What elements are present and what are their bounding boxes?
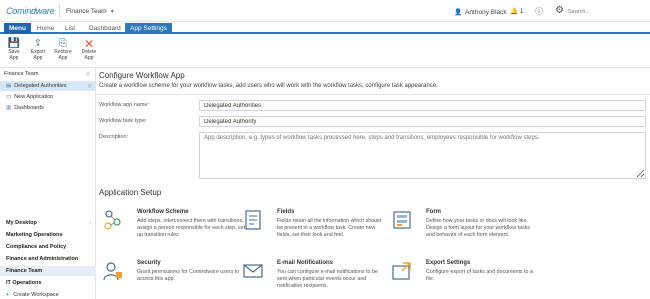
- card-title: E-mail Notifications: [277, 260, 334, 266]
- card-security[interactable]: Security Grant permissions for Comindwar…: [102, 260, 242, 299]
- card-export-settings[interactable]: Export Settings Configure export of task…: [391, 260, 533, 299]
- create-workspace-label: Create Workspace: [13, 292, 59, 298]
- card-title: Fields: [277, 209, 295, 215]
- chevron-right-icon: ›: [89, 220, 91, 226]
- card-description: Fields retain all the information which …: [277, 218, 382, 238]
- sidebar: Finance Team ◎ ▤ Delegated Authorities ◎ …: [0, 68, 96, 299]
- restore-app-button[interactable]: ⎘ Restore App: [53, 38, 73, 61]
- save-app-button[interactable]: 💾 Save App: [4, 38, 24, 61]
- workspace-finance-and-administration[interactable]: Finance and Administration: [0, 254, 96, 264]
- description-field[interactable]: [199, 132, 646, 179]
- bell-icon: 🔔: [510, 8, 519, 15]
- card-description: Define how your tasks or docs will look …: [426, 218, 530, 238]
- task-type-label: Workflow task type:: [99, 118, 147, 124]
- sidebar-header: Finance Team: [4, 71, 39, 77]
- gear-icon[interactable]: ⚙: [555, 5, 564, 16]
- main-content: Configure Workflow App Create a workflow…: [96, 68, 650, 299]
- plus-icon: +: [6, 292, 10, 298]
- save-app-label: Save App: [8, 49, 20, 61]
- tab-bar: Menu Home List Dashboard App Settings: [0, 22, 650, 34]
- app-name-label: Workflow app name:: [99, 102, 150, 108]
- card-title: Form: [426, 209, 441, 215]
- sidebar-item-label: New Application: [14, 94, 54, 100]
- user-menu[interactable]: 👤 Anthony Black: [454, 8, 507, 16]
- options-icon[interactable]: ◎: [86, 71, 90, 77]
- card-description: Grant permissions for Comindware users t…: [137, 269, 240, 282]
- page-title: Configure Workflow App: [99, 71, 185, 80]
- dashboard-icon: ▥: [6, 105, 12, 111]
- workspace-marketing-operations[interactable]: Marketing Operations: [0, 230, 96, 240]
- delete-app-button[interactable]: ✕ Delete App: [79, 38, 99, 61]
- workspace-label: IT Operations: [6, 280, 42, 286]
- setup-title: Application Setup: [99, 188, 162, 197]
- export-app-button[interactable]: ⇪ Export App: [28, 38, 48, 61]
- fields-icon: [245, 210, 261, 230]
- options-icon[interactable]: ◎: [88, 81, 92, 91]
- user-name: Anthony Black: [465, 9, 507, 16]
- workspace-name: Finance Team: [66, 8, 107, 15]
- form-icon: [393, 211, 411, 229]
- chevron-down-icon: ▼: [109, 9, 115, 15]
- sidebar-item-label: Delegated Authorities: [14, 83, 67, 89]
- workspace-selector[interactable]: Finance Team ▼: [66, 8, 115, 15]
- description-label: Description:: [99, 134, 129, 140]
- app-icon: ▤: [6, 83, 12, 89]
- top-bar: Comindware Finance Team ▼ 👤 Anthony Black …: [0, 0, 650, 22]
- app-name-field[interactable]: [199, 100, 646, 111]
- create-workspace-button[interactable]: + Create Workspace: [6, 292, 59, 298]
- workspace-finance-team[interactable]: Finance Team: [0, 266, 96, 276]
- workspace-my-desktop[interactable]: My Desktop ›: [0, 218, 96, 228]
- card-workflow-scheme[interactable]: Workflow Scheme Add steps, interconnect …: [102, 209, 245, 249]
- divider: [96, 94, 650, 95]
- workspace-label: Finance and Administration: [6, 256, 79, 262]
- card-description: You can configure e-mail notifications t…: [277, 269, 378, 289]
- card-title: Export Settings: [426, 260, 471, 266]
- ribbon-toolbar: 💾 Save App ⇪ Export App ⎘ Restore App ✕ …: [0, 36, 650, 68]
- restore-app-label: Restore App: [54, 49, 72, 61]
- tab-app-settings[interactable]: App Settings: [125, 23, 172, 34]
- sidebar-item-dashboards[interactable]: ▥ Dashboards: [0, 103, 96, 113]
- tab-menu[interactable]: Menu: [4, 23, 31, 34]
- export-icon: [392, 262, 411, 280]
- export-app-label: Export App: [30, 49, 46, 61]
- workflow-icon: [104, 210, 121, 230]
- notification-count: 1: [519, 8, 524, 15]
- tab-dashboard[interactable]: Dashboard: [85, 23, 125, 34]
- sidebar-item-new-application[interactable]: ▭ New Application: [0, 92, 96, 102]
- tab-list[interactable]: List: [61, 23, 79, 34]
- delete-app-label: Delete App: [81, 49, 97, 61]
- sidebar-item-label: Dashboards: [14, 105, 44, 111]
- tab-home[interactable]: Home: [33, 23, 58, 34]
- card-email-notifications[interactable]: E-mail Notifications You can configure e…: [242, 260, 382, 299]
- card-title: Workflow Scheme: [137, 209, 189, 215]
- workspace-label: My Desktop: [6, 220, 37, 226]
- help-icon[interactable]: ⓘ: [535, 6, 543, 17]
- security-icon: [103, 262, 122, 281]
- logo[interactable]: Comindware: [6, 6, 55, 16]
- workspace-label: Finance Team: [6, 268, 43, 274]
- card-description: Configure export of tasks and documents …: [426, 269, 533, 282]
- card-title: Security: [137, 260, 161, 266]
- card-description: Add steps, interconnect them with transi…: [137, 218, 246, 238]
- workspace-compliance-and-policy[interactable]: Compliance and Policy: [0, 242, 96, 252]
- divider: [59, 4, 60, 18]
- card-form[interactable]: Form Define how your tasks or docs will …: [391, 209, 531, 249]
- search-input[interactable]: [568, 7, 646, 17]
- sidebar-item-delegated-authorities[interactable]: ▤ Delegated Authorities ◎: [0, 81, 96, 91]
- workspace-label: Compliance and Policy: [6, 244, 67, 250]
- notifications-button[interactable]: 🔔 1: [510, 7, 524, 15]
- new-app-icon: ▭: [6, 94, 12, 100]
- user-icon: 👤: [454, 9, 463, 16]
- task-type-field[interactable]: [199, 116, 646, 127]
- email-icon: [243, 264, 263, 278]
- card-fields[interactable]: Fields Fields retain all the information…: [242, 209, 382, 249]
- page-description: Create a workflow scheme for your workfl…: [99, 83, 438, 89]
- workspace-it-operations[interactable]: IT Operations: [0, 278, 96, 288]
- workspace-label: Marketing Operations: [6, 232, 63, 238]
